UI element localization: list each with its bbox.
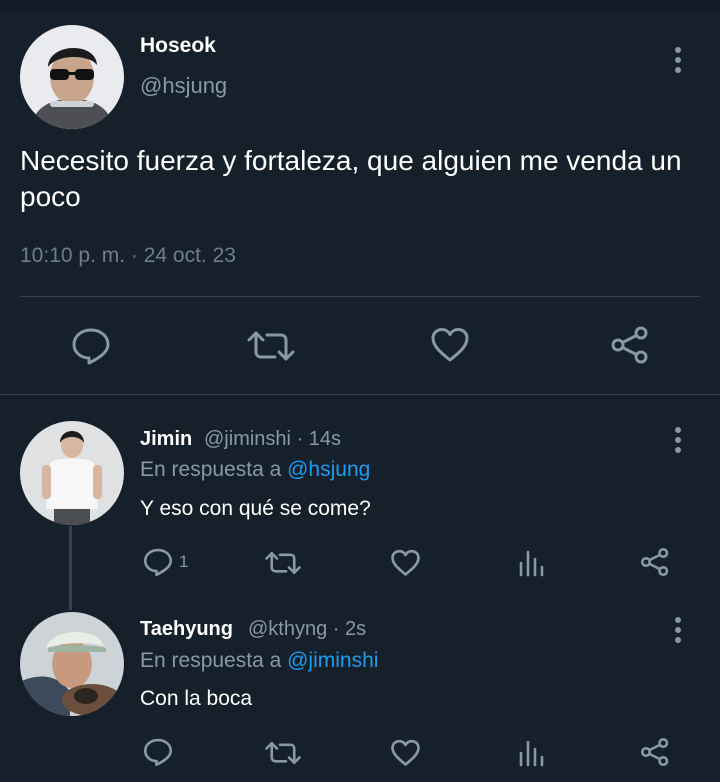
reply-1-text: Y eso con qué se come? <box>140 497 371 520</box>
share-icon[interactable] <box>640 737 670 767</box>
reply-2-text: Con la boca <box>140 687 253 710</box>
reply-icon[interactable] <box>71 327 111 365</box>
analytics-icon[interactable] <box>518 549 544 577</box>
like-icon[interactable] <box>431 327 469 363</box>
mention-link[interactable]: @hsjung <box>287 458 370 481</box>
in-reply-to-label: En respuesta a <box>140 458 282 481</box>
reply-1-display-name[interactable]: Jimin <box>140 428 192 451</box>
author-display-name[interactable]: Hoseok <box>140 34 216 58</box>
reply-icon[interactable] <box>143 737 173 767</box>
tweet-timestamp[interactable]: 10:10 p. m. · 24 oct. 23 <box>20 244 236 268</box>
reply-2-handle-time[interactable]: @kthyng · 2s <box>248 618 366 641</box>
more-options-icon[interactable] <box>668 45 688 75</box>
thread-connector <box>69 526 72 610</box>
more-options-icon[interactable] <box>668 615 688 645</box>
like-icon[interactable] <box>391 739 420 767</box>
reply-2-in-reply-to: En respuesta a @jiminshi <box>140 649 378 673</box>
retweet-icon[interactable] <box>265 741 301 765</box>
retweet-icon[interactable] <box>265 551 301 575</box>
author-handle[interactable]: @hsjung <box>140 73 227 99</box>
reply-2-display-name[interactable]: Taehyung <box>140 618 233 641</box>
taehyung-avatar[interactable] <box>20 612 124 716</box>
share-icon[interactable] <box>640 547 670 577</box>
section-divider <box>0 394 720 395</box>
jimin-avatar[interactable] <box>20 421 124 525</box>
analytics-icon[interactable] <box>518 739 544 767</box>
divider <box>20 296 700 297</box>
reply-icon[interactable] <box>143 547 173 577</box>
hoseok-avatar[interactable] <box>20 25 124 129</box>
top-bar-edge <box>0 0 720 10</box>
tweet-text: Necesito fuerza y fortaleza, que alguien… <box>20 145 682 212</box>
retweet-icon[interactable] <box>247 330 295 362</box>
reply-1-in-reply-to: En respuesta a @hsjung <box>140 458 370 482</box>
in-reply-to-label: En respuesta a <box>140 649 282 672</box>
more-options-icon[interactable] <box>668 425 688 455</box>
share-icon[interactable] <box>610 325 650 365</box>
mention-link[interactable]: @jiminshi <box>287 649 378 672</box>
like-icon[interactable] <box>391 549 420 577</box>
reply-1-handle-time[interactable]: @jiminshi · 14s <box>204 428 341 451</box>
reply-count: 1 <box>179 552 189 571</box>
